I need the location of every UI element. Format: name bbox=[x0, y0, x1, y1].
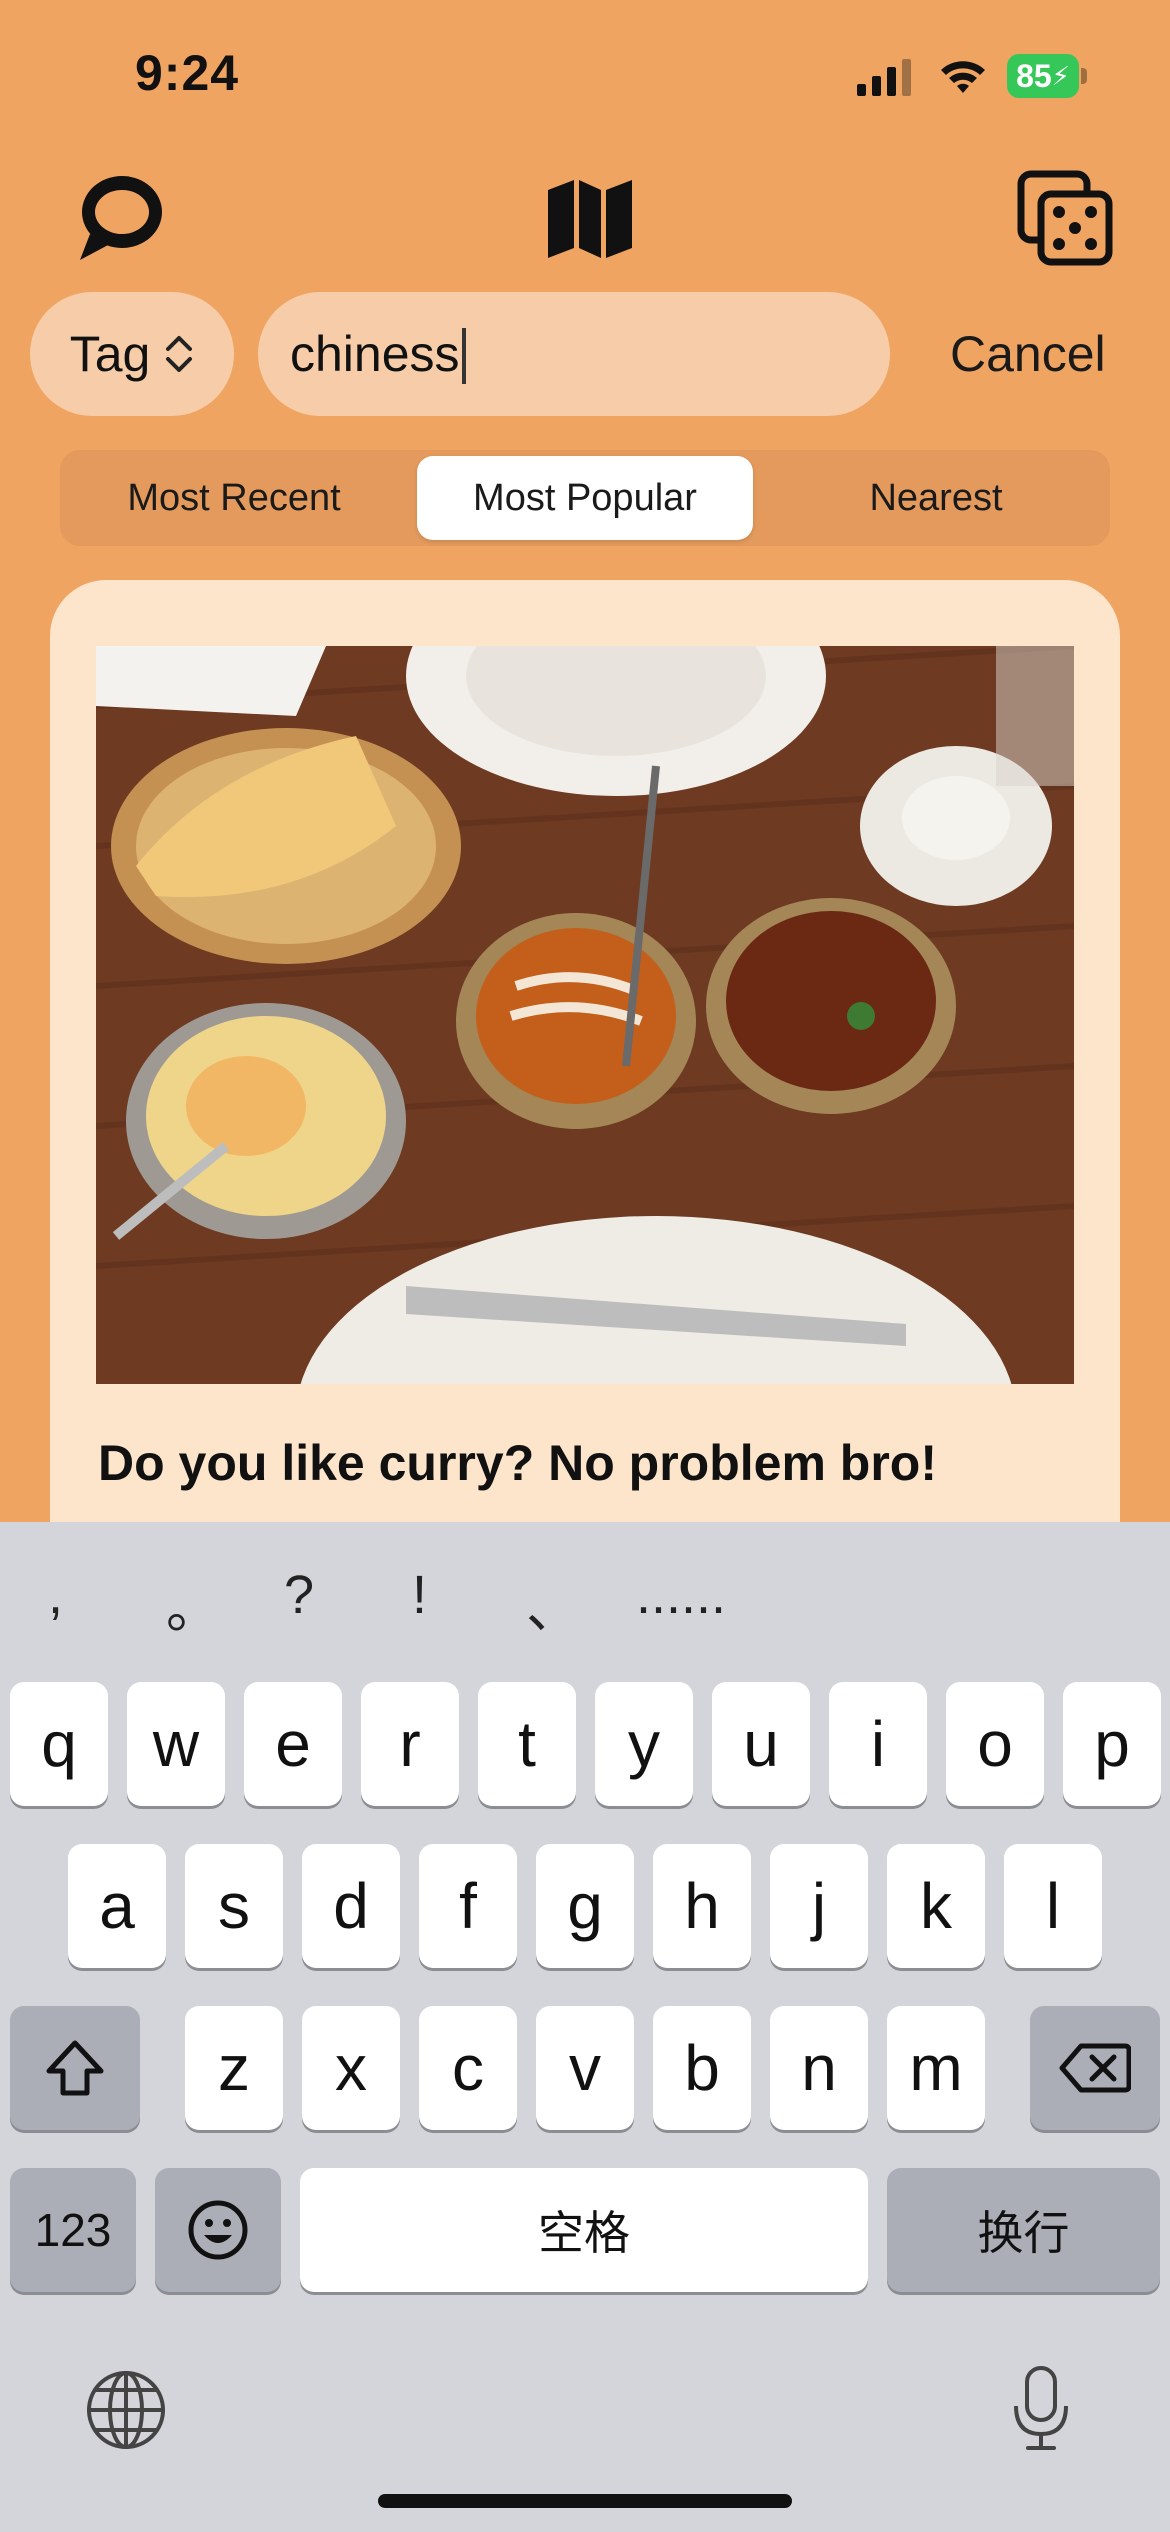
key-y[interactable]: y bbox=[595, 1682, 693, 1806]
text-caret bbox=[462, 328, 466, 384]
wifi-icon bbox=[941, 61, 985, 93]
key-z[interactable]: z bbox=[185, 2006, 283, 2130]
tag-filter-button[interactable]: Tag bbox=[30, 292, 234, 416]
space-key[interactable]: 空格 bbox=[300, 2168, 868, 2292]
post-title: Do you like curry? No problem bro! bbox=[98, 1435, 937, 1491]
key-s[interactable]: s bbox=[185, 1844, 283, 1968]
key-i[interactable]: i bbox=[829, 1682, 927, 1806]
cellular-signal-icon bbox=[857, 59, 911, 96]
microphone-icon[interactable] bbox=[1006, 2364, 1076, 2454]
key-l[interactable]: l bbox=[1004, 1844, 1102, 1968]
backspace-icon bbox=[1059, 2043, 1131, 2093]
emoji-key[interactable] bbox=[155, 2168, 281, 2292]
candidate-key[interactable]: , bbox=[48, 1564, 63, 1626]
post-photo bbox=[96, 646, 1074, 1384]
map-icon[interactable] bbox=[540, 168, 640, 268]
key-j[interactable]: j bbox=[770, 1844, 868, 1968]
key-p[interactable]: p bbox=[1063, 1682, 1161, 1806]
candidate-key[interactable]: ...... bbox=[636, 1564, 726, 1626]
shift-arrow-icon bbox=[46, 2040, 104, 2096]
tab-most-recent[interactable]: Most Recent bbox=[66, 456, 402, 540]
key-k[interactable]: k bbox=[887, 1844, 985, 1968]
return-key[interactable]: 换行 bbox=[887, 2168, 1160, 2292]
tab-most-popular[interactable]: Most Popular bbox=[417, 456, 753, 540]
sort-segmented-control: Most Recent Most Popular Nearest bbox=[60, 450, 1110, 546]
numbers-key[interactable]: 123 bbox=[10, 2168, 136, 2292]
battery-indicator: 85 ⚡ bbox=[1007, 54, 1087, 100]
tag-filter-label: Tag bbox=[69, 326, 151, 382]
tab-nearest[interactable]: Nearest bbox=[768, 456, 1104, 540]
candidate-key[interactable]: ! bbox=[412, 1564, 427, 1626]
candidate-key[interactable]: 、 bbox=[526, 1564, 580, 1643]
cancel-button[interactable]: Cancel bbox=[950, 292, 1106, 416]
key-b[interactable]: b bbox=[653, 2006, 751, 2130]
candidate-key[interactable]: 。 bbox=[166, 1564, 220, 1643]
globe-icon[interactable] bbox=[84, 2368, 168, 2452]
key-v[interactable]: v bbox=[536, 2006, 634, 2130]
key-d[interactable]: d bbox=[302, 1844, 400, 1968]
chat-bubble-icon[interactable] bbox=[72, 168, 172, 268]
key-g[interactable]: g bbox=[536, 1844, 634, 1968]
key-x[interactable]: x bbox=[302, 2006, 400, 2130]
key-c[interactable]: c bbox=[419, 2006, 517, 2130]
shift-key[interactable] bbox=[10, 2006, 140, 2130]
key-a[interactable]: a bbox=[68, 1844, 166, 1968]
key-q[interactable]: q bbox=[10, 1682, 108, 1806]
key-t[interactable]: t bbox=[478, 1682, 576, 1806]
key-n[interactable]: n bbox=[770, 2006, 868, 2130]
search-input[interactable]: chiness bbox=[258, 292, 890, 416]
candidate-key[interactable]: ? bbox=[284, 1564, 314, 1626]
key-w[interactable]: w bbox=[127, 1682, 225, 1806]
search-query: chiness bbox=[290, 326, 460, 382]
key-e[interactable]: e bbox=[244, 1682, 342, 1806]
emoji-icon bbox=[188, 2200, 248, 2260]
battery-level: 85 bbox=[1016, 57, 1052, 94]
key-m[interactable]: m bbox=[887, 2006, 985, 2130]
status-time: 9:24 bbox=[135, 45, 240, 101]
home-indicator[interactable] bbox=[378, 2494, 792, 2508]
key-h[interactable]: h bbox=[653, 1844, 751, 1968]
key-o[interactable]: o bbox=[946, 1682, 1044, 1806]
key-u[interactable]: u bbox=[712, 1682, 810, 1806]
delete-key[interactable] bbox=[1030, 2006, 1160, 2130]
key-f[interactable]: f bbox=[419, 1844, 517, 1968]
chevron-up-down-icon bbox=[166, 336, 193, 372]
keyboard: , 。 ? ! 、 ...... q w e r t y u i o p a s… bbox=[0, 1522, 1170, 2532]
key-r[interactable]: r bbox=[361, 1682, 459, 1806]
dice-icon[interactable] bbox=[1015, 168, 1115, 268]
